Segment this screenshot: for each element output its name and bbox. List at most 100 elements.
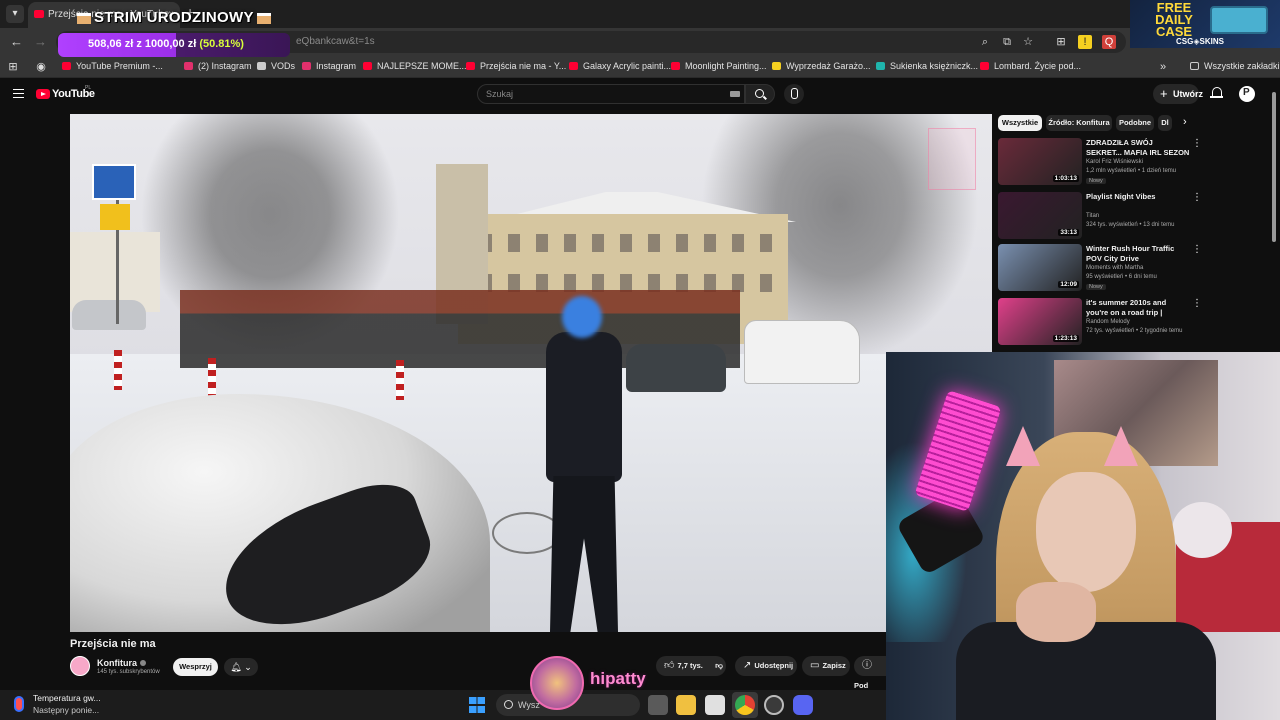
folder-icon	[1190, 62, 1199, 70]
tab-search-icon[interactable]: ▾	[6, 5, 24, 23]
more-actions-icon[interactable]: ⋮	[1192, 298, 1202, 309]
filter-chip[interactable]: Dl	[1158, 115, 1172, 131]
windows-start-icon[interactable]	[469, 697, 485, 713]
recommendation-thumbnail[interactable]: 1:03:13	[998, 138, 1082, 185]
chrome-icon[interactable]	[735, 695, 755, 715]
bookmark-label: (2) Instagram	[198, 61, 252, 71]
bookmark-item[interactable]: Przejścia nie ma - Y...	[466, 61, 566, 71]
channel-name-text: Konfitura	[97, 658, 137, 668]
menu-icon[interactable]	[13, 89, 24, 98]
more-bookmarks-icon[interactable]: »	[1156, 60, 1170, 74]
bookmark-item[interactable]: Wyprzedaż Garażo...	[772, 61, 870, 71]
filter-chip[interactable]: Wszystkie	[998, 115, 1042, 131]
case-chest-icon	[1210, 6, 1268, 34]
scrollbar[interactable]	[1272, 92, 1276, 242]
bookmark-item[interactable]: Instagram	[302, 61, 356, 71]
extension-yellow-icon[interactable]: !	[1078, 35, 1092, 49]
more-actions-icon[interactable]: ⋮	[1192, 244, 1202, 255]
recommendation-thumbnail[interactable]: 12:09	[998, 244, 1082, 291]
bookmark-star-icon[interactable]: ☆	[1021, 35, 1035, 49]
all-bookmarks[interactable]: Wszystkie zakładki	[1190, 61, 1280, 71]
recommendation-thumbnail[interactable]: 1:23:13	[998, 298, 1082, 345]
promo-brand: CSG◈SKINS	[1176, 37, 1224, 46]
subscription-bell-button[interactable]: 🔔︎ ⌄	[224, 658, 258, 676]
filter-chip[interactable]: Źródło: Konfitura	[1046, 115, 1112, 131]
channel-watermark[interactable]	[928, 128, 976, 190]
forward-icon[interactable]: →	[34, 34, 47, 49]
voice-search-icon[interactable]	[784, 84, 804, 104]
dislike-icon: 👎︎	[715, 661, 723, 670]
bookmark-item[interactable]: (2) Instagram	[184, 61, 252, 71]
video-duration: 1:23:13	[1052, 335, 1079, 342]
recommendation-meta: 95 wyświetleń • 6 dni temu	[1086, 274, 1157, 280]
file-explorer-icon[interactable]	[676, 695, 696, 715]
channel-avatar[interactable]	[70, 656, 90, 676]
more-actions-icon[interactable]: ⋮	[1192, 138, 1202, 149]
task-view-icon[interactable]	[648, 695, 668, 715]
chips-next-icon[interactable]: ›	[1183, 116, 1187, 128]
youtube-logo-icon[interactable]	[36, 89, 50, 99]
recommendation-item[interactable]: 12:09 Winter Rush Hour Traffic POV City D…	[998, 244, 1268, 294]
bookmark-favicon-icon	[184, 62, 193, 70]
channel-name[interactable]: Konfitura	[97, 658, 146, 668]
save-icon: ▭	[810, 660, 820, 671]
weather-title[interactable]: Temperatura gw...	[33, 693, 101, 703]
bookmark-item[interactable]: YouTube Premium -...	[62, 61, 163, 71]
bookmark-item[interactable]: Sukienka księżniczk...	[876, 61, 978, 71]
recommendation-channel[interactable]: Moments with Martha	[1086, 265, 1143, 271]
apps-grid-icon[interactable]: ⊞	[6, 60, 20, 74]
github-icon[interactable]: ◉	[34, 60, 48, 74]
weather-subtitle[interactable]: Następny ponie...	[33, 705, 99, 715]
recommendation-item[interactable]: 33:13 Playlist Night Vibes Titan 324 tys. w…	[998, 192, 1268, 242]
keyboard-icon[interactable]	[730, 91, 740, 97]
discord-icon[interactable]	[793, 695, 813, 715]
info-icon: ⓘ	[862, 660, 872, 671]
notifications-bell-icon[interactable]	[1210, 87, 1223, 100]
bookmark-item[interactable]: Lombard. Życie pod...	[980, 61, 1081, 71]
account-avatar[interactable]	[1239, 86, 1255, 102]
more-actions-icon[interactable]: ⋮	[1192, 192, 1202, 203]
recommendation-channel[interactable]: Random Melody	[1086, 319, 1130, 325]
filter-chip[interactable]: Podobne	[1116, 115, 1154, 131]
temperature-icon[interactable]	[14, 696, 24, 712]
extension-icon[interactable]: ⊞	[1054, 35, 1068, 49]
donation-goal-text: 508,06 zł z 1000,00 zł (50.81%)	[88, 38, 244, 50]
recommendation-title[interactable]: Playlist Night Vibes	[1086, 192, 1190, 202]
more-label: Pod	[854, 681, 869, 690]
recommendation-title[interactable]: Winter Rush Hour Traffic POV City Drive	[1086, 244, 1190, 264]
video-player[interactable]	[70, 114, 992, 632]
search-input[interactable]: Szukaj	[477, 84, 745, 104]
bookmark-label: YouTube Premium -...	[76, 61, 163, 71]
obs-icon[interactable]	[764, 695, 784, 715]
bookmark-item[interactable]: Moonlight Painting...	[671, 61, 767, 71]
recommendation-title[interactable]: it's summer 2010s and you're on a road t…	[1086, 298, 1190, 318]
install-icon[interactable]: ⧉	[1000, 35, 1014, 49]
recommendation-thumbnail[interactable]: 33:13	[998, 192, 1082, 239]
create-label: Utwórz	[1173, 89, 1203, 99]
recommendation-item[interactable]: 1:03:13 ZDRADZIŁA SWÓJ SEKRET... MAFIA IR…	[998, 138, 1268, 188]
recommendation-title[interactable]: ZDRADZIŁA SWÓJ SEKRET... MAFIA IRL SEZON…	[1086, 138, 1190, 158]
zoom-icon[interactable]: ⌕	[978, 35, 992, 49]
more-button[interactable]: ⓘ Pod	[854, 656, 886, 690]
support-button[interactable]: Wesprzyj	[173, 658, 218, 676]
back-icon[interactable]: ←	[10, 34, 23, 49]
extension-red-icon[interactable]: Q	[1102, 35, 1116, 49]
bookmark-item[interactable]: Galaxy Acrylic painti...	[569, 61, 671, 71]
bookmark-label: Galaxy Acrylic painti...	[583, 61, 672, 71]
recommendation-item[interactable]: 1:23:13 it's summer 2010s and you're on a…	[998, 298, 1268, 348]
recommendation-channel[interactable]: Karol Friz Wiśniewski	[1086, 159, 1143, 165]
share-button[interactable]: ↗ Udostępnij	[735, 656, 797, 676]
bookmark-item[interactable]: VODs	[257, 61, 295, 71]
bookmark-item[interactable]: NAJLEPSZE MOME...	[363, 61, 467, 71]
dislike-button[interactable]: 👎︎	[706, 656, 732, 676]
create-button[interactable]: + Utwórz	[1153, 84, 1203, 104]
search-button[interactable]	[745, 84, 775, 104]
store-icon[interactable]	[705, 695, 725, 715]
bookmark-favicon-icon	[671, 62, 680, 70]
goal-percent: (50.81%)	[199, 38, 244, 50]
search-icon	[755, 89, 764, 98]
scene-person	[540, 296, 626, 632]
save-button[interactable]: ▭ Zapisz	[802, 656, 850, 676]
streamer-webcam	[886, 352, 1280, 720]
recommendation-channel[interactable]: Titan	[1086, 213, 1099, 219]
